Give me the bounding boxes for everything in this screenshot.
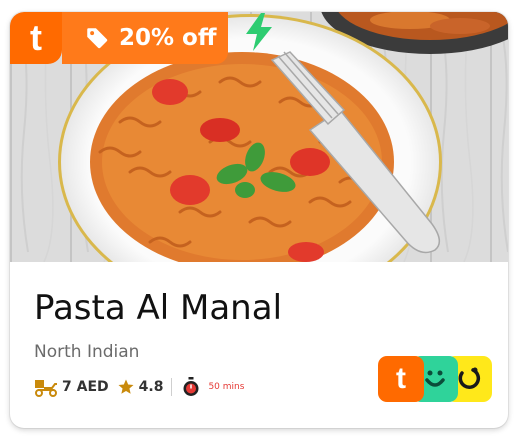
brand-letter: t [30,17,42,58]
partner-apps: t [378,356,494,402]
delivery-fee: 7 AED [62,379,109,395]
star-icon [117,378,135,396]
meta-row: 7 AED 4.8 50 mins [34,376,244,398]
restaurant-info: Pasta Al Manal North Indian 7 AED 4.8 50… [10,262,508,428]
cuisine-label: North Indian [34,342,140,362]
delivery-time: 50 mins [208,382,245,392]
tag-icon [84,25,110,51]
delivery-scooter-icon [34,377,58,397]
talabat-logo-icon: t [10,12,62,64]
talabat-app-letter: t [396,362,406,395]
lightning-bolt-icon [242,12,276,57]
offer-badge: 20% off [62,12,228,64]
meta-divider [171,378,173,396]
rating-value: 4.8 [138,379,164,395]
restaurant-card[interactable]: t 20% off Pasta Al Manal North Indian 7 … [10,12,508,428]
stopwatch-icon [182,377,200,397]
offer-text: 20% off [119,25,217,51]
talabat-app-icon: t [378,356,424,402]
restaurant-name: Pasta Al Manal [34,288,283,328]
